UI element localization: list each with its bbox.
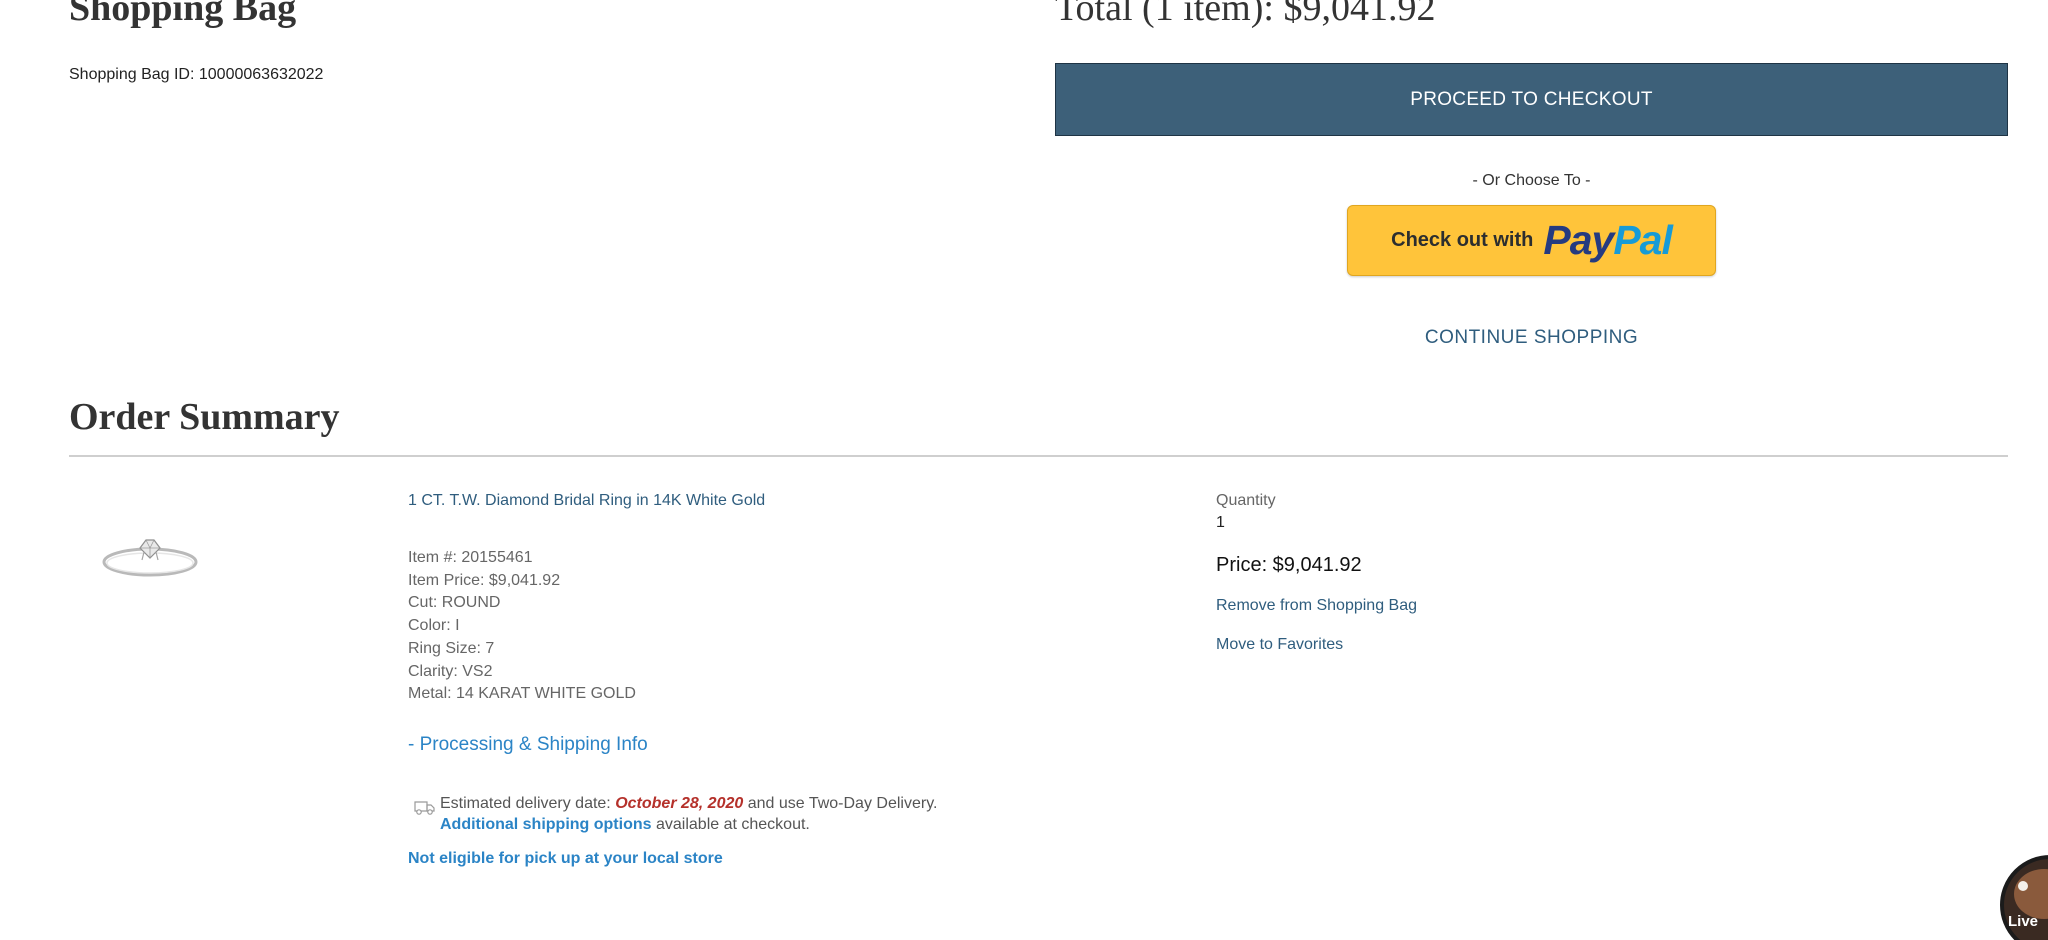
- paypal-checkout-button[interactable]: Check out with PayPal: [1347, 205, 1716, 276]
- spec-clarity: Clarity: VS2: [408, 662, 493, 680]
- move-to-favorites-link[interactable]: Move to Favorites: [1216, 636, 1343, 654]
- delivery-suffix: and use Two-Day Delivery.: [747, 795, 938, 812]
- item-number: Item #: 20155461: [408, 549, 533, 566]
- or-choose-divider: - Or Choose To -: [1472, 172, 1591, 189]
- continue-shopping-link[interactable]: CONTINUE SHOPPING: [1055, 327, 2008, 349]
- proceed-to-checkout-button[interactable]: PROCEED TO CHECKOUT: [1055, 63, 2008, 136]
- item-total-price: Price: $9,041.92: [1216, 554, 1362, 576]
- order-summary-divider: [69, 455, 2008, 457]
- store-pickup-ineligible-link[interactable]: Not eligible for pick up at your local s…: [408, 850, 723, 868]
- paypal-logo-pal: Pal: [1613, 217, 1673, 263]
- diamond-ring-image[interactable]: [100, 522, 200, 582]
- agent-avatar-icon: [2014, 869, 2048, 919]
- page-title: Shopping Bag: [69, 0, 297, 29]
- bag-id-label: Shopping Bag ID:: [69, 66, 195, 83]
- spec-metal: Metal: 14 KARAT WHITE GOLD: [408, 685, 636, 703]
- spec-color: Color: I: [408, 617, 460, 635]
- product-name-link[interactable]: 1 CT. T.W. Diamond Bridal Ring in 14K Wh…: [408, 492, 765, 510]
- quantity-value: 1: [1216, 514, 1225, 531]
- paypal-logo-pay: Pay: [1543, 217, 1614, 263]
- delivery-prefix: Estimated delivery date:: [440, 795, 611, 812]
- spec-ring-size: Ring Size: 7: [408, 639, 495, 657]
- paypal-prefix: Check out with: [1391, 229, 1534, 251]
- bag-id-value: 10000063632022: [198, 66, 324, 83]
- additional-shipping-options-link[interactable]: Additional shipping options: [440, 816, 652, 833]
- order-total: Total (1 item): $9,041.92: [1055, 0, 1436, 29]
- delivery-estimate: Estimated delivery date: October 28, 202…: [440, 793, 937, 835]
- remove-from-bag-link[interactable]: Remove from Shopping Bag: [1216, 597, 1417, 615]
- delivery-date: October 28, 2020: [615, 795, 744, 812]
- additional-shipping-suffix: available at checkout.: [655, 816, 810, 833]
- product-specs: Item #: 20155461 Item Price: $9,041.92 C…: [408, 547, 636, 706]
- paypal-logo: PayPal: [1543, 217, 1672, 264]
- item-price: Item Price: $9,041.92: [408, 571, 561, 589]
- processing-shipping-info-toggle[interactable]: - Processing & Shipping Info: [408, 734, 648, 756]
- shopping-bag-id: Shopping Bag ID: 10000063632022: [69, 66, 323, 84]
- order-summary-title: Order Summary: [69, 396, 340, 438]
- delivery-truck-icon: [414, 801, 435, 815]
- live-chat-label: Live: [2008, 913, 2039, 930]
- quantity-label: Quantity: [1216, 492, 1276, 509]
- live-chat-button[interactable]: Live: [2000, 855, 2048, 940]
- spec-cut: Cut: ROUND: [408, 594, 501, 612]
